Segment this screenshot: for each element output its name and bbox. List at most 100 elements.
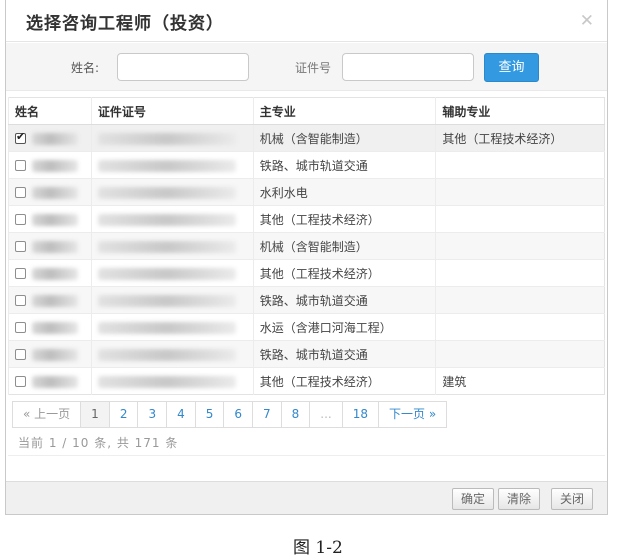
redacted-name [32,213,78,226]
pagination-ellipsis: ... [309,401,343,428]
aux-major-cell [435,178,605,206]
table-row[interactable]: 机械（含智能制造） [8,232,605,260]
search-bar: 姓名: 证件号 查询 [6,43,607,91]
cert-cell [90,259,254,287]
column-header-cert[interactable]: 证件证号 [90,97,254,125]
row-checkbox[interactable] [15,130,26,144]
name-cell [8,340,92,368]
redacted-cert-number [97,240,236,253]
row-checkbox[interactable] [15,160,26,171]
aux-major-cell: 建筑 [435,367,605,395]
dialog-header: 选择咨询工程师（投资） ✕ [6,0,607,42]
page-button[interactable]: 2 [108,401,139,428]
cert-cell [90,205,254,233]
engineer-table: 姓名 证件证号 主专业 辅助专业 机械（含智能制造）其他（工程技术经济）铁路、城… [8,97,605,395]
redacted-name [32,321,78,334]
row-checkbox[interactable] [15,376,26,387]
name-input[interactable] [117,53,249,81]
page-button[interactable]: 1 [80,401,110,428]
table-row[interactable]: 其他（工程技术经济） 建筑 [8,367,605,395]
redacted-cert-number [97,321,236,334]
search-button[interactable]: 查询 [484,53,539,82]
name-cell [8,151,92,179]
pagination: « 上一页 1 2 3 4 5 6 7 8... 18 下一页 » [12,401,448,428]
column-header-aux-major[interactable]: 辅助专业 [435,97,605,125]
dialog-title: 选择咨询工程师（投资） [26,14,224,34]
row-checkbox[interactable] [15,241,26,252]
page-button[interactable]: 7 [252,401,282,428]
table-row[interactable]: 水利水电 [8,178,605,206]
cert-label: 证件号 [295,61,332,75]
row-checkbox[interactable] [15,214,26,225]
page-button[interactable]: 4 [166,401,196,428]
row-checkbox[interactable] [15,268,26,279]
cert-cell [90,367,254,395]
major-cell: 铁路、城市轨道交通 [252,340,436,368]
redacted-name [32,159,78,172]
cert-cell [90,286,254,314]
name-cell [8,286,92,314]
aux-major-cell [435,259,605,287]
aux-major-cell [435,313,605,341]
redacted-cert-number [97,132,236,145]
close-icon[interactable]: ✕ [580,11,594,31]
name-cell [8,205,92,233]
major-cell: 其他（工程技术经济） [252,259,436,287]
clear-button[interactable]: 清除 [498,488,541,510]
page-info: 当前 1 / 10 条, 共 171 条 [18,436,179,450]
name-cell [8,232,92,260]
column-header-major[interactable]: 主专业 [252,97,436,125]
redacted-name [32,240,78,253]
page-button[interactable]: 3 [137,401,168,428]
table-row[interactable]: 水运（含港口河海工程） [8,313,605,341]
table-row[interactable]: 其他（工程技术经济） [8,205,605,233]
redacted-name [32,294,78,307]
table-row[interactable]: 其他（工程技术经济） [8,259,605,287]
redacted-cert-number [97,267,236,280]
major-cell: 机械（含智能制造） [252,232,436,260]
aux-major-cell [435,151,605,179]
page-button[interactable]: 8 [280,401,311,428]
redacted-name [32,186,78,199]
table-row[interactable]: 铁路、城市轨道交通 [8,340,605,368]
name-cell [8,259,92,287]
row-checkbox[interactable] [15,187,26,198]
redacted-cert-number [97,294,236,307]
row-checkbox[interactable] [15,295,26,306]
name-label: 姓名: [71,61,100,75]
redacted-cert-number [97,348,236,361]
cert-cell [90,232,254,260]
aux-major-cell [435,340,605,368]
redacted-name [32,267,78,280]
table-row[interactable]: 机械（含智能制造）其他（工程技术经济） [8,124,605,152]
table-row[interactable]: 铁路、城市轨道交通 [8,286,605,314]
divider [8,455,605,456]
page-button[interactable]: 6 [223,401,254,428]
cert-number-input[interactable] [342,53,474,81]
aux-major-cell [435,232,605,260]
aux-major-cell [435,205,605,233]
redacted-cert-number [97,186,236,199]
column-header-name[interactable]: 姓名 [8,97,92,125]
dialog-footer: 确定 清除 关闭 [6,481,607,514]
page-button[interactable]: 5 [194,401,225,428]
confirm-button[interactable]: 确定 [452,488,495,510]
table-header-row: 姓名 证件证号 主专业 辅助专业 [8,97,605,125]
name-cell [8,313,92,341]
major-cell: 水利水电 [252,178,436,206]
major-cell: 机械（含智能制造） [252,124,436,152]
next-page-button[interactable]: 下一页 » [378,401,448,428]
redacted-name [32,375,78,388]
redacted-name [32,132,78,145]
table-row[interactable]: 铁路、城市轨道交通 [8,151,605,179]
name-cell [8,178,92,206]
row-checkbox[interactable] [15,349,26,360]
page-button[interactable]: 18 [341,401,380,428]
row-checkbox[interactable] [15,322,26,333]
name-cell [8,124,92,152]
major-cell: 其他（工程技术经济） [252,205,436,233]
cert-cell [90,178,254,206]
redacted-cert-number [97,375,236,388]
major-cell: 铁路、城市轨道交通 [252,286,436,314]
close-button[interactable]: 关闭 [551,488,594,510]
